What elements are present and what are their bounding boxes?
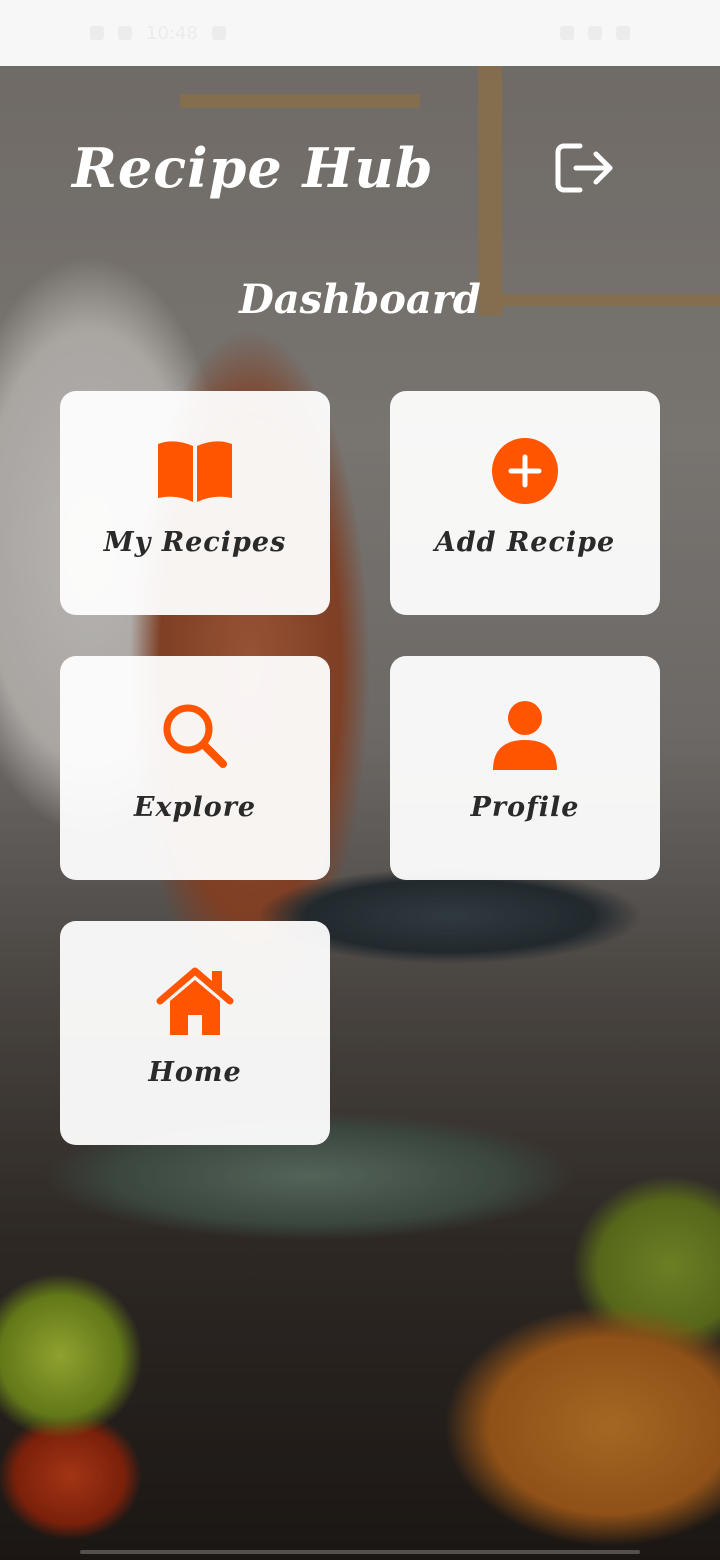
profile-card[interactable]: Profile [390,656,660,880]
person-icon [486,700,564,772]
logout-button[interactable] [552,140,616,196]
signal-icon [90,26,104,40]
wifi-icon [588,26,602,40]
add-recipe-label: Add Recipe [434,527,616,558]
network-icon [118,26,132,40]
home-label: Home [148,1057,242,1088]
book-icon [156,435,234,507]
add-recipe-card[interactable]: Add Recipe [390,391,660,615]
status-bar: 10:48 [0,0,720,66]
app-title: Recipe Hub [72,136,434,200]
explore-card[interactable]: Explore [60,656,330,880]
status-left-group: 10:48 [90,23,226,44]
plus-circle-icon [486,435,564,507]
search-icon [156,700,234,772]
status-right-group [560,26,630,40]
home-icon [156,965,234,1037]
page-title: Dashboard [239,276,481,323]
background-shelf [180,94,420,108]
notification-icon [211,26,226,40]
status-time: 10:48 [146,22,198,44]
home-card[interactable]: Home [60,921,330,1145]
my-recipes-card[interactable]: My Recipes [60,391,330,615]
logout-icon [555,143,613,193]
profile-label: Profile [470,792,580,823]
alarm-icon [560,26,574,40]
battery-icon [616,26,630,40]
my-recipes-label: My Recipes [103,527,287,558]
gesture-bar[interactable] [80,1550,640,1554]
explore-label: Explore [133,792,257,823]
